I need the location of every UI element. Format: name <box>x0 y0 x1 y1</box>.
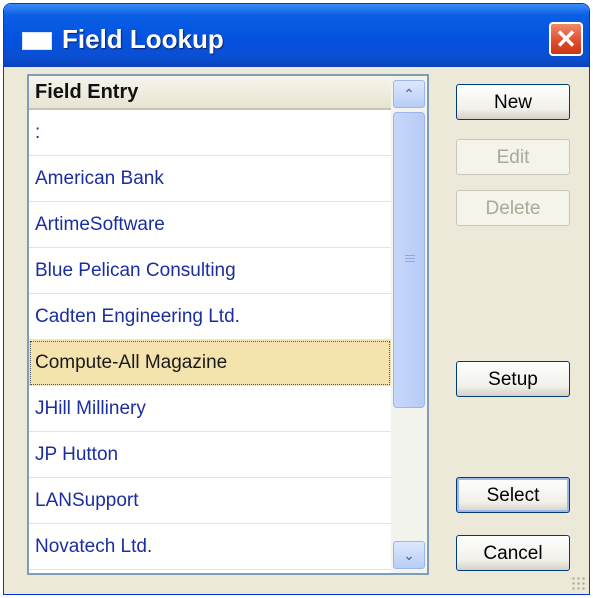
list-item[interactable]: LANSupport <box>29 478 391 524</box>
setup-button[interactable]: Setup <box>456 361 570 397</box>
list-item-label: Cadten Engineering Ltd. <box>35 306 240 327</box>
list-item[interactable]: Cadten Engineering Ltd. <box>29 294 391 340</box>
close-icon[interactable]: ✕ <box>549 22 583 56</box>
list-item[interactable]: Novatech Ltd. <box>29 524 391 570</box>
vertical-scrollbar[interactable]: ⌃ ⌄ <box>391 76 427 573</box>
column-header-label: Field Entry <box>35 81 139 103</box>
field-entry-list[interactable]: Field Entry : American Bank ArtimeSoftware… <box>27 74 429 575</box>
title-bar[interactable]: Field Lookup ✕ <box>4 4 589 67</box>
window-title: Field Lookup <box>62 24 224 54</box>
list-rows: : American Bank ArtimeSoftware Blue Pelican… <box>29 110 391 570</box>
chevron-down-icon[interactable]: ⌄ <box>393 541 425 569</box>
list-item[interactable]: JP Hutton <box>29 432 391 478</box>
list-item-label: Blue Pelican Consulting <box>35 260 236 281</box>
scroll-thumb[interactable] <box>393 112 425 408</box>
list-item-label: Novatech Ltd. <box>35 536 153 557</box>
list-item[interactable]: Blue Pelican Consulting <box>29 248 391 294</box>
column-header-field-entry[interactable]: Field Entry <box>29 76 391 110</box>
list-item-label: American Bank <box>35 168 164 189</box>
cancel-button[interactable]: Cancel <box>456 535 570 571</box>
list-item-label: JP Hutton <box>35 444 119 465</box>
resize-grip-icon[interactable] <box>571 576 585 590</box>
list-item[interactable]: : <box>29 110 391 156</box>
list-item-label: ArtimeSoftware <box>35 214 165 235</box>
list-item-label: : <box>35 122 41 143</box>
list-item-label: JHill Millinery <box>35 398 146 419</box>
window-icon <box>22 32 52 50</box>
new-button[interactable]: New <box>456 84 570 120</box>
thumb-grip <box>405 255 415 263</box>
select-button[interactable]: Select <box>456 477 570 513</box>
delete-button[interactable]: Delete <box>456 190 570 226</box>
list-item-label: LANSupport <box>35 490 139 511</box>
field-lookup-dialog: Field Lookup ✕ Field Entry : American Ban… <box>3 3 590 595</box>
list-item[interactable]: ArtimeSoftware <box>29 202 391 248</box>
chevron-up-icon[interactable]: ⌃ <box>393 80 425 108</box>
list-item[interactable]: American Bank <box>29 156 391 202</box>
list-item-label: Compute-All Magazine <box>35 352 228 373</box>
edit-button[interactable]: Edit <box>456 139 570 175</box>
list-item[interactable]: Compute-All Magazine <box>29 340 391 386</box>
list-item[interactable]: JHill Millinery <box>29 386 391 432</box>
